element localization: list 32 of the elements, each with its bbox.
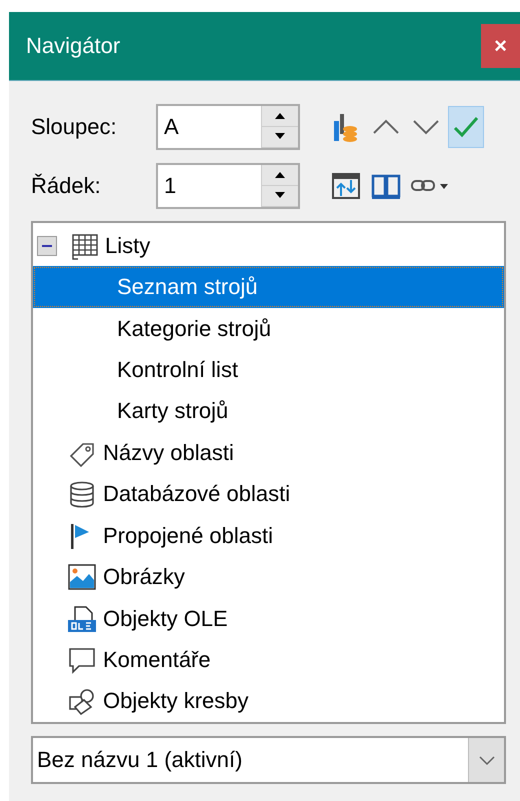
spin-up-button[interactable] [262,106,298,126]
tree-item[interactable]: Objekty OLE [33,598,504,640]
tree-item[interactable]: Kontrolní list [33,349,504,391]
tree-item[interactable]: Karty strojů [33,390,504,432]
chevron-down-icon [478,754,496,766]
spin-down-button[interactable] [262,186,298,206]
tree-item[interactable]: Obrázky [33,556,504,598]
collapse-icon[interactable] [37,236,57,256]
input-field[interactable]: A [158,106,261,148]
tree-item[interactable]: Objekty kresby [33,680,504,722]
field-label: Řádek: [31,172,102,198]
field-label: Sloupec: [31,114,118,140]
spin-box[interactable]: 1 [156,162,300,208]
image-icon [67,563,97,592]
tree-item[interactable]: Názvy oblasti [33,432,504,474]
document-dropdown[interactable]: Bez názvu 1 (aktivní) [31,736,506,784]
close-button[interactable]: × [481,24,520,68]
document-icon [67,604,97,632]
spin-up-button[interactable] [262,164,298,186]
spin-down-button[interactable] [262,126,298,148]
tree-item[interactable]: Seznam strojů [33,266,504,308]
tree-item[interactable]: Databázové oblasti [33,474,504,515]
shapes-icon [67,687,97,716]
tree-item[interactable]: Komentáře [33,639,504,681]
spin-box[interactable]: A [156,104,300,150]
speech-bubble-icon [67,646,97,674]
tree-item[interactable]: Propojené oblasti [33,514,504,556]
database-icon [67,480,97,508]
tree-item[interactable]: Kategorie strojů [33,308,504,350]
input-field[interactable]: 1 [158,164,261,206]
window-title: Navigátor [26,33,120,59]
tree-item[interactable]: Listy [33,225,504,266]
